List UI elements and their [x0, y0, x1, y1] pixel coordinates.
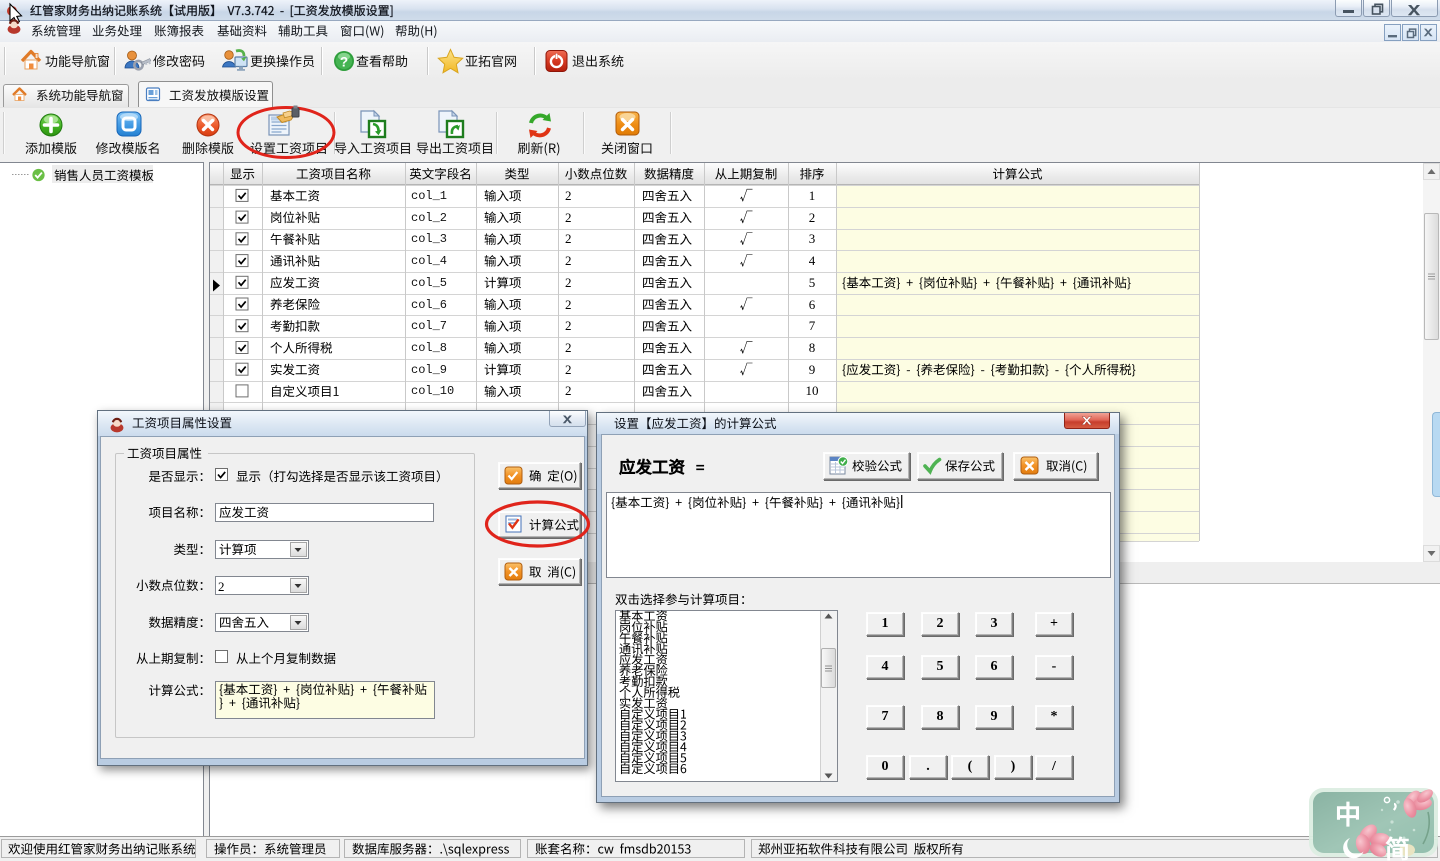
svg-text:?: ?: [340, 55, 348, 70]
